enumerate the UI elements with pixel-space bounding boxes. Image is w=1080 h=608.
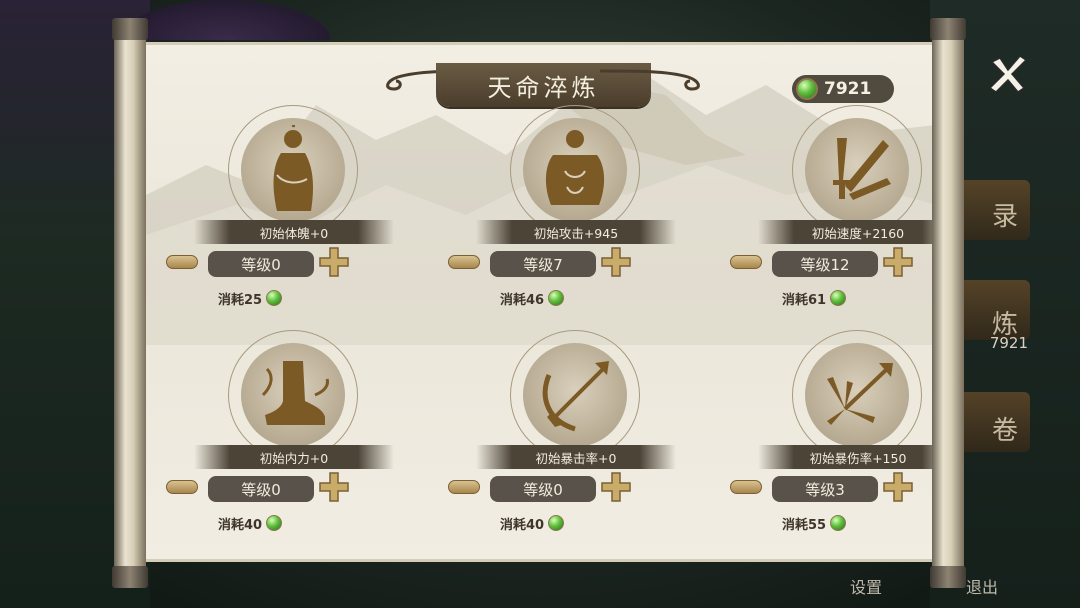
stat-card-crit-damage: 初始暴伤率+150 等级3 消耗55 (730, 330, 936, 550)
stat-card-attack: 初始攻击+945 等级7 消耗46 (448, 105, 676, 325)
jade-gem-icon (830, 515, 847, 531)
cost-label: 消耗55 (782, 517, 827, 533)
jade-gem-icon (548, 515, 565, 531)
boot-icon (261, 361, 329, 425)
cost-display: 消耗40 (500, 512, 590, 534)
cost-display: 消耗61 (782, 287, 872, 309)
close-icon[interactable] (986, 52, 1030, 96)
cost-label: 消耗46 (500, 292, 545, 308)
cost-label: 消耗61 (782, 292, 827, 308)
muscle-torso-icon (545, 130, 605, 205)
stat-label: 初始体魄+0 (194, 220, 394, 244)
jade-gem-icon (266, 290, 283, 306)
background-menu-glyph: 炼 (991, 310, 1018, 340)
stat-medal[interactable] (792, 105, 922, 235)
level-display: 等级0 (208, 476, 314, 502)
cost-display: 消耗40 (218, 512, 308, 534)
stat-card-inner-power: 初始内力+0 等级0 消耗40 (166, 330, 394, 550)
increase-button[interactable] (600, 471, 632, 503)
stat-label: 初始攻击+945 (476, 220, 676, 244)
stat-medal[interactable] (228, 330, 358, 460)
decrease-button[interactable] (730, 480, 762, 494)
decrease-button[interactable] (448, 480, 480, 494)
decrease-button[interactable] (166, 480, 198, 494)
increase-button[interactable] (882, 246, 914, 278)
cost-label: 消耗40 (218, 517, 263, 533)
increase-button[interactable] (600, 246, 632, 278)
stat-label: 初始内力+0 (194, 445, 394, 469)
cost-label: 消耗25 (218, 292, 263, 308)
stat-label: 初始暴伤率+150 (758, 445, 936, 469)
arrows-burst-icon (827, 363, 893, 425)
background-menu-glyph: 录 (991, 202, 1018, 232)
jade-gem-icon (266, 515, 283, 531)
jade-gem-icon (796, 78, 818, 100)
stat-label: 初始暴击率+0 (476, 445, 676, 469)
jade-gem-icon (548, 290, 565, 306)
title-ornament-right (599, 69, 700, 91)
stat-medal[interactable] (792, 330, 922, 460)
stat-card-constitution: 初始体魄+0 等级0 消耗25 (166, 105, 394, 325)
background-menu-glyph: 卷 (991, 416, 1018, 446)
stat-medal[interactable] (510, 330, 640, 460)
increase-button[interactable] (318, 471, 350, 503)
background-settings-label: 设置 (850, 578, 883, 597)
scroll-rod-left (112, 18, 148, 588)
bow-arrow-icon (542, 361, 609, 432)
jade-gem-icon (830, 290, 847, 306)
cost-display: 消耗55 (782, 512, 872, 534)
body-silhouette-icon (273, 125, 313, 211)
stat-medal[interactable] (228, 105, 358, 235)
cost-display: 消耗25 (218, 287, 308, 309)
background-exit-label: 退出 (966, 578, 999, 597)
currency-display: 7921 (792, 75, 894, 103)
stat-card-crit-rate: 初始暴击率+0 等级0 消耗40 (448, 330, 676, 550)
cost-label: 消耗40 (500, 517, 545, 533)
scroll-rod-right (930, 18, 966, 588)
decrease-button[interactable] (448, 255, 480, 269)
level-display: 等级3 (772, 476, 878, 502)
scroll-panel: 天命淬炼 7921 初始体魄+0 等级0 消耗25 初始攻击+945 等级7 消… (146, 42, 936, 562)
increase-button[interactable] (318, 246, 350, 278)
background-character-hair (120, 0, 330, 40)
currency-amount: 7921 (824, 79, 872, 99)
level-display: 等级0 (208, 251, 314, 277)
level-display: 等级12 (772, 251, 878, 277)
decrease-button[interactable] (166, 255, 198, 269)
stat-medal[interactable] (510, 105, 640, 235)
level-display: 等级7 (490, 251, 596, 277)
stat-label: 初始速度+2160 (758, 220, 936, 244)
level-display: 等级0 (490, 476, 596, 502)
crossed-swords-icon (833, 138, 891, 200)
increase-button[interactable] (882, 471, 914, 503)
stat-card-speed: 初始速度+2160 等级12 消耗61 (730, 105, 936, 325)
decrease-button[interactable] (730, 255, 762, 269)
cost-display: 消耗46 (500, 287, 590, 309)
